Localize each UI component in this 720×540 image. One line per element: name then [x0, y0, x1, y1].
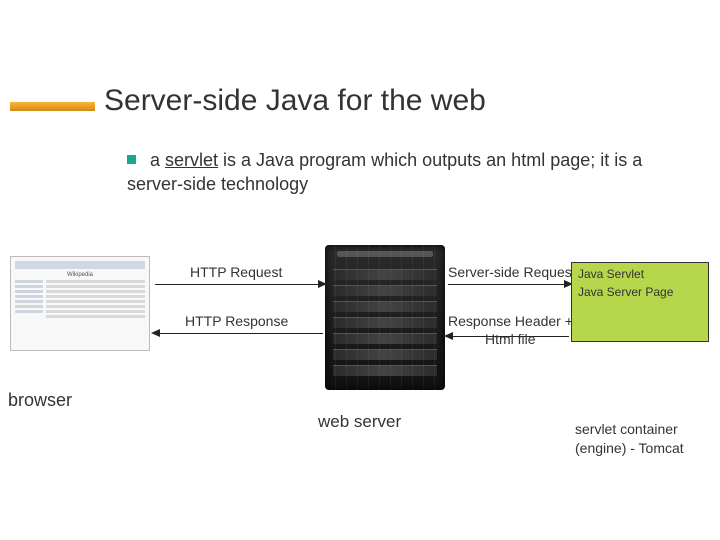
servlet-container-box: Java Servlet Java Server Page [571, 262, 709, 342]
label-http-response: HTTP Response [185, 313, 288, 329]
webserver-label: web server [318, 412, 401, 432]
container-item-jsp: Java Server Page [572, 281, 708, 299]
bullet-text: a servlet is a Java program which output… [127, 148, 687, 197]
servlet-container-caption: servlet container (engine) - Tomcat [575, 420, 720, 458]
browser-label: browser [8, 390, 72, 411]
bullet-icon [127, 155, 136, 164]
browser-thumbnail: Wikipedia [10, 256, 150, 351]
browser-thumb-sitename: Wikipedia [15, 272, 145, 278]
arrow-head-http-request [318, 280, 327, 288]
label-ss-request: Server-side Request [448, 264, 576, 280]
label-html-file: Html file [485, 331, 536, 347]
slide-title: Server-side Java for the web [104, 84, 486, 118]
label-response-header: Response Header + [448, 313, 573, 329]
label-http-request: HTTP Request [190, 264, 282, 280]
arrow-http-response [160, 333, 323, 334]
arrow-http-request [155, 284, 320, 285]
arrow-head-response-header [444, 332, 453, 340]
bullet-pre: a [150, 150, 165, 170]
arrow-ss-request [448, 284, 566, 285]
arrow-head-http-response [151, 329, 160, 337]
container-item-servlet: Java Servlet [572, 263, 708, 281]
webserver-graphic [325, 245, 445, 390]
title-accent-bar [10, 102, 95, 111]
bullet-term: servlet [165, 150, 218, 170]
